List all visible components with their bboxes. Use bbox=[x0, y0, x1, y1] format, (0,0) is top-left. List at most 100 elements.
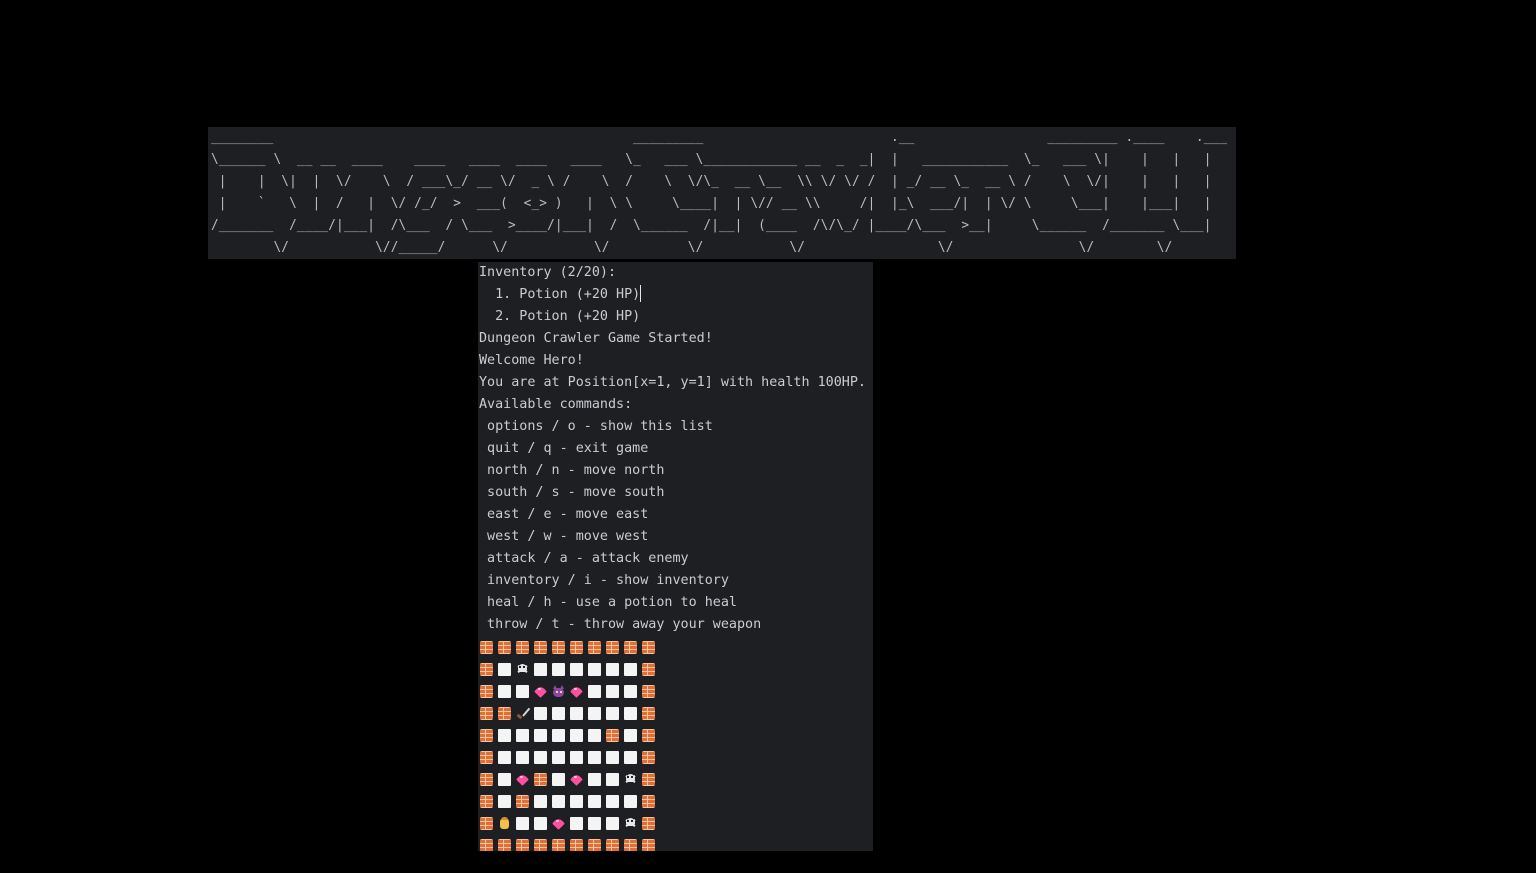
heart-icon bbox=[552, 817, 565, 830]
floor-tile bbox=[534, 816, 547, 830]
heart-icon bbox=[570, 685, 583, 698]
brick-wall-icon bbox=[552, 838, 565, 851]
floor-tile bbox=[516, 816, 529, 830]
floor-tile bbox=[624, 728, 637, 742]
brick-wall-icon bbox=[480, 640, 493, 654]
floor-tile bbox=[570, 728, 583, 742]
brick-wall-icon bbox=[480, 816, 493, 830]
brick-wall-icon bbox=[642, 728, 655, 742]
brick-wall-icon bbox=[642, 750, 655, 764]
floor-tile bbox=[606, 794, 619, 808]
brick-wall-icon bbox=[624, 640, 637, 654]
brick-wall-icon bbox=[498, 706, 511, 720]
floor-tile bbox=[498, 772, 511, 786]
skull-icon bbox=[624, 817, 637, 830]
floor-tile bbox=[552, 728, 565, 742]
brick-wall-icon bbox=[480, 706, 493, 720]
floor-tile bbox=[570, 662, 583, 676]
brick-wall-icon bbox=[480, 728, 493, 742]
skull-icon bbox=[624, 773, 637, 786]
command-inventory: inventory / i - show inventory bbox=[479, 573, 729, 588]
brick-wall-icon bbox=[552, 640, 565, 654]
welcome-message: Welcome Hero! bbox=[479, 353, 584, 368]
brick-wall-icon bbox=[624, 838, 637, 851]
brick-wall-icon bbox=[606, 640, 619, 654]
brick-wall-icon bbox=[480, 794, 493, 808]
skull-icon bbox=[516, 663, 529, 676]
brick-wall-icon bbox=[642, 772, 655, 786]
inventory-header: Inventory (2/20): bbox=[479, 265, 617, 280]
brick-wall-icon bbox=[480, 684, 493, 698]
floor-tile bbox=[552, 706, 565, 720]
commands-header: Available commands: bbox=[479, 397, 633, 412]
brick-wall-icon bbox=[606, 838, 619, 851]
floor-tile bbox=[624, 794, 637, 808]
game-title-banner: ________ _________ .__ _________ .____ .… bbox=[208, 127, 1236, 259]
command-quit: quit / q - exit game bbox=[479, 441, 649, 456]
map-row bbox=[480, 636, 660, 658]
dagger-icon bbox=[516, 707, 529, 720]
heart-icon bbox=[534, 685, 547, 698]
floor-tile bbox=[498, 662, 511, 676]
ascii-art-title: ________ _________ .__ _________ .____ .… bbox=[210, 130, 1228, 255]
brick-wall-icon bbox=[480, 772, 493, 786]
floor-tile bbox=[534, 662, 547, 676]
floor-tile bbox=[606, 816, 619, 830]
floor-tile bbox=[606, 662, 619, 676]
brick-wall-icon bbox=[480, 750, 493, 764]
map-row bbox=[480, 746, 660, 768]
floor-tile bbox=[588, 728, 601, 742]
command-options: options / o - show this list bbox=[479, 419, 713, 434]
brick-wall-icon bbox=[498, 838, 511, 851]
game-started-message: Dungeon Crawler Game Started! bbox=[479, 331, 713, 346]
floor-tile bbox=[588, 816, 601, 830]
floor-tile bbox=[606, 750, 619, 764]
floor-tile bbox=[570, 750, 583, 764]
floor-tile bbox=[588, 794, 601, 808]
brick-wall-icon bbox=[588, 640, 601, 654]
floor-tile bbox=[498, 728, 511, 742]
floor-tile bbox=[624, 684, 637, 698]
floor-tile bbox=[606, 706, 619, 720]
brick-wall-icon bbox=[606, 728, 619, 742]
console-output[interactable]: Inventory (2/20): 1. Potion (+20 HP) 2. … bbox=[478, 262, 873, 851]
floor-tile bbox=[588, 684, 601, 698]
command-south: south / s - move south bbox=[479, 485, 665, 500]
inventory-item: 2. Potion (+20 HP) bbox=[479, 309, 641, 324]
floor-tile bbox=[534, 750, 547, 764]
brick-wall-icon bbox=[642, 706, 655, 720]
map-row bbox=[480, 702, 660, 724]
brick-wall-icon bbox=[498, 640, 511, 654]
command-throw: throw / t - throw away your weapon bbox=[479, 617, 762, 632]
text-cursor bbox=[640, 284, 642, 302]
brick-wall-icon bbox=[516, 640, 529, 654]
command-heal: heal / h - use a potion to heal bbox=[479, 595, 737, 610]
floor-tile bbox=[588, 750, 601, 764]
floor-tile bbox=[606, 684, 619, 698]
brick-wall-icon bbox=[642, 640, 655, 654]
brick-wall-icon bbox=[534, 772, 547, 786]
command-north: north / n - move north bbox=[479, 463, 665, 478]
brick-wall-icon bbox=[480, 838, 493, 851]
brick-wall-icon bbox=[642, 662, 655, 676]
inventory-item: 1. Potion (+20 HP) bbox=[478, 284, 873, 306]
map-row bbox=[480, 834, 660, 851]
demon-icon bbox=[552, 684, 565, 698]
floor-tile bbox=[498, 750, 511, 764]
floor-tile bbox=[516, 684, 529, 698]
dungeon-map bbox=[480, 636, 660, 851]
brick-wall-icon bbox=[516, 794, 529, 808]
brick-wall-icon bbox=[642, 684, 655, 698]
floor-tile bbox=[552, 662, 565, 676]
command-east: east / e - move east bbox=[479, 507, 649, 522]
brick-wall-icon bbox=[480, 662, 493, 676]
position-status: You are at Position[x=1, y=1] with healt… bbox=[479, 375, 866, 390]
brick-wall-icon bbox=[534, 838, 547, 851]
floor-tile bbox=[552, 772, 565, 786]
floor-tile bbox=[606, 772, 619, 786]
floor-tile bbox=[624, 662, 637, 676]
brick-wall-icon bbox=[516, 838, 529, 851]
floor-tile bbox=[570, 794, 583, 808]
floor-tile bbox=[534, 728, 547, 742]
map-row bbox=[480, 812, 660, 834]
